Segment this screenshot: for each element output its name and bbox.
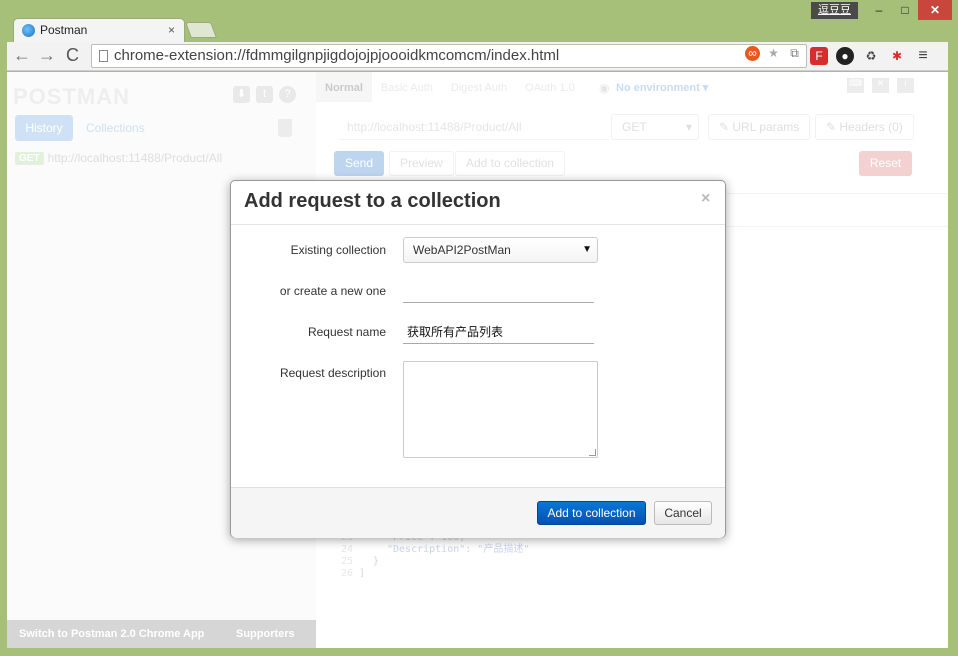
menu-icon[interactable]: ≡ xyxy=(914,47,932,65)
request-description-label: Request description xyxy=(279,366,386,380)
existing-collection-value: WebAPI2PostMan xyxy=(413,243,511,257)
tab-close-icon[interactable]: × xyxy=(168,19,175,41)
browser-tab[interactable]: Postman × xyxy=(13,18,185,42)
dialog-footer: Add to collection Cancel xyxy=(231,487,725,538)
forward-icon[interactable]: → xyxy=(38,45,56,66)
postman-favicon-icon xyxy=(22,24,35,37)
cancel-button[interactable]: Cancel xyxy=(654,501,712,525)
recycle-icon[interactable]: ♻ xyxy=(862,47,880,65)
maximize-button[interactable]: □ xyxy=(892,0,918,20)
address-bar[interactable]: chrome-extension://fdmmgilgnpjigdojojpjo… xyxy=(91,44,807,68)
reload-icon[interactable]: C xyxy=(66,45,79,66)
close-icon[interactable]: × xyxy=(701,190,710,208)
browser-toolbar: ← → C chrome-extension://fdmmgilgnpjigdo… xyxy=(7,42,948,71)
add-to-collection-dialog: Add request to a collection × Existing c… xyxy=(230,180,726,538)
new-collection-input[interactable] xyxy=(403,279,594,303)
back-icon[interactable]: ← xyxy=(13,45,31,66)
tab-title: Postman xyxy=(40,23,88,37)
chevron-down-icon: ▼ xyxy=(582,244,592,255)
existing-collection-select[interactable]: WebAPI2PostMan ▼ xyxy=(403,237,598,263)
close-window-button[interactable]: ✕ xyxy=(918,0,952,20)
page-icon xyxy=(99,50,108,62)
new-collection-label: or create a new one xyxy=(279,284,386,298)
new-tab-button[interactable] xyxy=(185,22,217,38)
add-to-collection-submit-button[interactable]: Add to collection xyxy=(537,501,646,525)
request-description-textarea[interactable] xyxy=(403,361,598,458)
resize-grip-icon[interactable] xyxy=(589,449,596,456)
dialog-title: Add request to a collection xyxy=(244,190,501,212)
request-name-label: Request name xyxy=(307,325,386,339)
red-extension-icon[interactable]: ✱ xyxy=(888,47,906,65)
star-icon[interactable]: ★ xyxy=(766,46,781,61)
existing-collection-label: Existing collection xyxy=(290,243,386,257)
request-name-input[interactable]: 获取所有产品列表 xyxy=(403,320,594,344)
divider xyxy=(231,224,725,225)
minimize-button[interactable]: – xyxy=(866,0,892,20)
user-badge[interactable]: 逗豆豆 xyxy=(811,2,858,19)
translate-icon[interactable]: ⧉ xyxy=(787,46,802,61)
address-url: chrome-extension://fdmmgilgnpjigdojojpjo… xyxy=(114,47,560,64)
camera-extension-icon[interactable]: ● xyxy=(836,47,854,65)
extension-icon[interactable]: ∞ xyxy=(745,46,760,61)
fe-extension-icon[interactable]: F xyxy=(810,47,828,65)
